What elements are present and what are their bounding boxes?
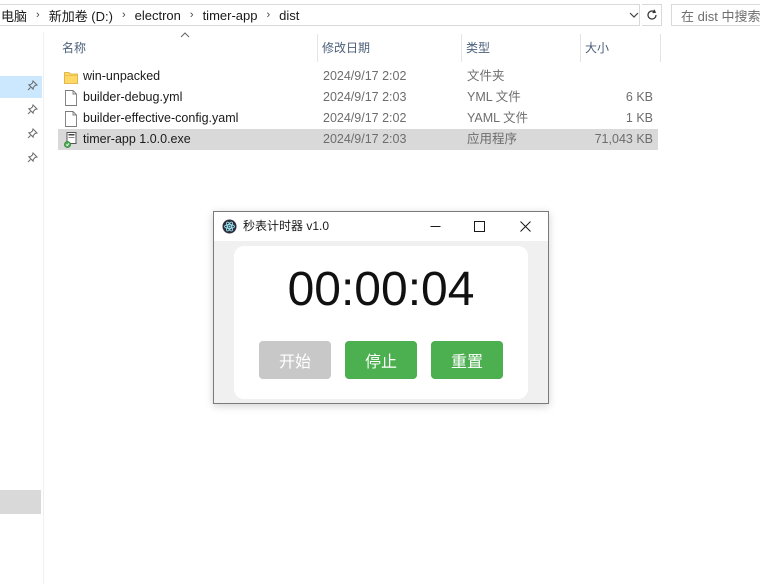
search-input[interactable]: 在 dist 中搜索 <box>671 4 760 26</box>
file-name: timer-app 1.0.0.exe <box>83 132 191 146</box>
stopwatch-card: 00:00:04 开始 停止 重置 <box>234 246 528 399</box>
file-row[interactable]: win-unpacked 2024/9/17 2:02 文件夹 <box>58 66 658 87</box>
elapsed-time-display: 00:00:04 <box>287 263 475 316</box>
folder-icon <box>64 69 78 85</box>
stopwatch-window: 秒表计时器 v1.0 00:00:04 开始 停止 重置 <box>213 211 549 404</box>
chevron-right-icon[interactable]: › <box>259 9 277 21</box>
file-size: 71,043 KB <box>594 132 653 146</box>
file-date: 2024/9/17 2:02 <box>323 111 407 125</box>
refresh-icon[interactable] <box>642 4 662 26</box>
file-name: builder-effective-config.yaml <box>83 111 239 125</box>
file-type: YML 文件 <box>467 90 521 104</box>
file-type: YAML 文件 <box>467 111 529 125</box>
window-titlebar[interactable]: 秒表计时器 v1.0 <box>214 212 548 241</box>
file-size: 1 KB <box>625 111 653 125</box>
chevron-right-icon[interactable]: › <box>115 9 133 21</box>
chevron-right-icon[interactable]: › <box>183 9 201 21</box>
file-row-selected[interactable]: timer-app 1.0.0.exe 2024/9/17 2:03 应用程序 … <box>58 129 658 150</box>
history-dropdown-icon[interactable] <box>626 4 642 26</box>
electron-app-icon <box>222 219 237 234</box>
nav-item-highlight[interactable] <box>0 490 41 514</box>
pin-icon[interactable] <box>26 152 38 164</box>
file-row[interactable]: builder-effective-config.yaml 2024/9/17 … <box>58 108 658 129</box>
stop-button[interactable]: 停止 <box>345 341 417 379</box>
chevron-right-icon[interactable]: › <box>29 9 47 21</box>
maximize-icon[interactable] <box>456 212 502 241</box>
navigation-pane <box>0 32 44 584</box>
start-button[interactable]: 开始 <box>259 341 331 379</box>
breadcrumb-item[interactable]: electron <box>133 8 183 23</box>
column-headers: 名称 修改日期 类型 大小 <box>58 32 668 62</box>
exe-icon <box>64 132 78 148</box>
file-name: win-unpacked <box>83 69 161 83</box>
file-size: 6 KB <box>625 90 653 104</box>
file-type: 文件夹 <box>467 69 505 83</box>
breadcrumb-item[interactable]: 新加卷 (D:) <box>47 6 115 25</box>
breadcrumb-item[interactable]: dist <box>277 8 301 23</box>
column-header-date[interactable]: 修改日期 <box>318 34 462 62</box>
file-icon <box>64 111 78 127</box>
file-row[interactable]: builder-debug.yml 2024/9/17 2:03 YML 文件 … <box>58 87 658 108</box>
pin-icon[interactable] <box>26 80 38 92</box>
file-icon <box>64 90 78 106</box>
file-date: 2024/9/17 2:03 <box>323 90 407 104</box>
column-header-name[interactable]: 名称 <box>58 34 318 62</box>
breadcrumb[interactable]: 电脑 › 新加卷 (D:) › electron › timer-app › d… <box>0 4 640 26</box>
column-header-size[interactable]: 大小 <box>581 34 661 62</box>
pin-icon[interactable] <box>26 128 38 140</box>
window-title: 秒表计时器 v1.0 <box>243 219 330 233</box>
file-size <box>583 66 653 87</box>
file-type: 应用程序 <box>467 132 518 146</box>
close-icon[interactable] <box>502 212 548 241</box>
file-date: 2024/9/17 2:03 <box>323 132 407 146</box>
file-name: builder-debug.yml <box>83 90 183 104</box>
reset-button[interactable]: 重置 <box>431 341 503 379</box>
pin-icon[interactable] <box>26 104 38 116</box>
breadcrumb-item[interactable]: 电脑 <box>0 6 29 25</box>
minimize-icon[interactable] <box>412 212 458 241</box>
column-header-type[interactable]: 类型 <box>462 34 581 62</box>
breadcrumb-item[interactable]: timer-app <box>201 8 260 23</box>
address-bar: 电脑 › 新加卷 (D:) › electron › timer-app › d… <box>0 0 760 32</box>
file-date: 2024/9/17 2:02 <box>323 69 407 83</box>
